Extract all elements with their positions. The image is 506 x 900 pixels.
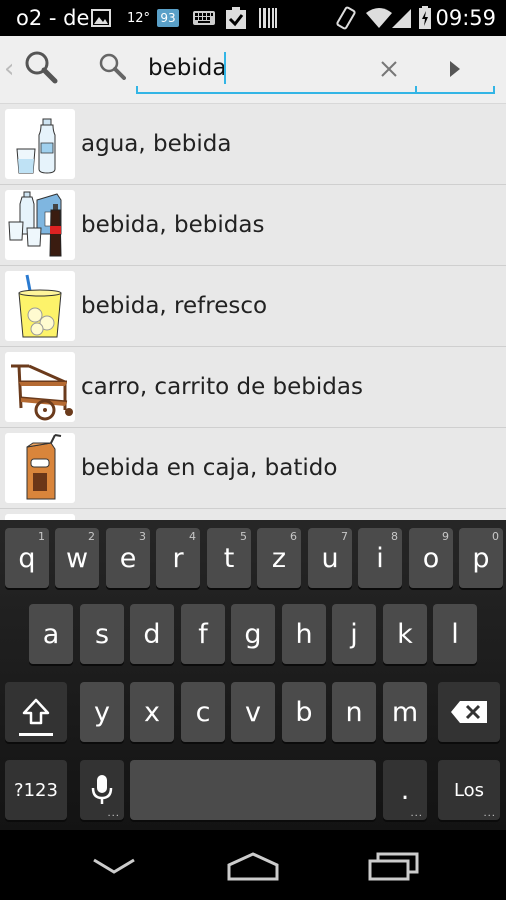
play-arrow-icon bbox=[450, 61, 460, 77]
key-h[interactable]: h bbox=[282, 604, 326, 664]
back-icon bbox=[93, 858, 135, 874]
close-icon bbox=[381, 61, 397, 77]
submit-search-button[interactable] bbox=[440, 52, 470, 86]
shift-indicator bbox=[19, 733, 53, 736]
key-q[interactable]: q1 bbox=[5, 528, 49, 588]
result-label: agua, bebida bbox=[81, 131, 232, 157]
pictogram-water bbox=[5, 109, 75, 179]
list-item[interactable]: bebida en caja, batido bbox=[0, 428, 506, 509]
key-j[interactable]: j bbox=[332, 604, 376, 664]
key-n[interactable]: n bbox=[332, 682, 376, 742]
key-e[interactable]: e3 bbox=[106, 528, 150, 588]
app-search-icon[interactable] bbox=[24, 50, 58, 88]
keyboard-icon bbox=[192, 0, 216, 36]
clear-search-button[interactable] bbox=[372, 52, 406, 86]
backspace-icon bbox=[451, 701, 487, 723]
weather-badge: 93 bbox=[157, 0, 179, 36]
soft-keyboard: q1 w2 e3 r4 t5 z6 u7 i8 o9 p0 a s d f g … bbox=[0, 520, 506, 830]
go-key[interactable]: Los... bbox=[438, 760, 500, 820]
backspace-key[interactable] bbox=[438, 682, 500, 742]
underline-edge bbox=[136, 86, 138, 94]
status-bar: o2 - de 12° 93 09:59 bbox=[0, 0, 506, 36]
underline-divider bbox=[415, 86, 417, 94]
key-w[interactable]: w2 bbox=[55, 528, 99, 588]
result-label: bebida, refresco bbox=[81, 293, 268, 319]
recents-icon bbox=[368, 852, 419, 881]
carrier-name: o2 - de bbox=[16, 6, 90, 30]
key-p[interactable]: p0 bbox=[459, 528, 503, 588]
key-u[interactable]: u7 bbox=[308, 528, 352, 588]
shift-icon bbox=[22, 698, 50, 725]
list-item[interactable]: agua, bebida bbox=[0, 104, 506, 185]
symbols-key[interactable]: ?123 bbox=[5, 760, 67, 820]
result-label: carro, carrito de bebidas bbox=[81, 374, 363, 400]
result-label: bebida en caja, batido bbox=[81, 455, 338, 481]
search-input[interactable] bbox=[148, 50, 364, 86]
back-button[interactable] bbox=[74, 844, 154, 888]
pictogram-lemonade bbox=[5, 271, 75, 341]
key-x[interactable]: x bbox=[130, 682, 174, 742]
key-z[interactable]: z6 bbox=[257, 528, 301, 588]
key-k[interactable]: k bbox=[383, 604, 427, 664]
list-item[interactable]: carro, carrito de bebidas bbox=[0, 347, 506, 428]
key-b[interactable]: b bbox=[282, 682, 326, 742]
key-t[interactable]: t5 bbox=[207, 528, 251, 588]
search-action-bar: ‹ bbox=[0, 36, 506, 104]
shift-key[interactable] bbox=[5, 682, 67, 742]
recents-button[interactable] bbox=[354, 844, 434, 888]
home-button[interactable] bbox=[213, 844, 293, 888]
text-cursor bbox=[224, 52, 226, 84]
key-r[interactable]: r4 bbox=[156, 528, 200, 588]
microphone-icon bbox=[91, 775, 113, 804]
key-a[interactable]: a bbox=[29, 604, 73, 664]
checkbox-icon bbox=[225, 0, 247, 36]
temperature: 12° bbox=[127, 10, 151, 26]
list-item[interactable]: bebida, bebidas bbox=[0, 185, 506, 266]
key-s[interactable]: s bbox=[80, 604, 124, 664]
pictogram-trolley bbox=[5, 352, 75, 422]
search-icon bbox=[98, 52, 126, 84]
pictogram-carton bbox=[5, 433, 75, 503]
clock: 09:59 bbox=[435, 6, 496, 30]
list-item[interactable] bbox=[0, 509, 506, 520]
navigation-bar bbox=[0, 830, 506, 900]
key-g[interactable]: g bbox=[231, 604, 275, 664]
list-item[interactable]: bebida, refresco bbox=[0, 266, 506, 347]
key-i[interactable]: i8 bbox=[358, 528, 402, 588]
image-icon bbox=[91, 0, 111, 36]
voice-input-key[interactable]: ... bbox=[80, 760, 124, 820]
up-navigation-icon[interactable]: ‹ bbox=[4, 54, 14, 84]
space-key[interactable] bbox=[130, 760, 376, 820]
key-m[interactable]: m bbox=[383, 682, 427, 742]
key-v[interactable]: v bbox=[231, 682, 275, 742]
period-key[interactable]: .... bbox=[383, 760, 427, 820]
result-label: bebida, bebidas bbox=[81, 212, 265, 238]
pictogram-drinks bbox=[5, 190, 75, 260]
key-c[interactable]: c bbox=[181, 682, 225, 742]
underline-edge bbox=[493, 86, 495, 94]
key-o[interactable]: o9 bbox=[409, 528, 453, 588]
battery-charging-icon bbox=[418, 0, 432, 36]
wifi-icon bbox=[365, 0, 393, 36]
key-l[interactable]: l bbox=[433, 604, 477, 664]
key-d[interactable]: d bbox=[130, 604, 174, 664]
key-y[interactable]: y bbox=[80, 682, 124, 742]
search-input-underline bbox=[136, 92, 495, 94]
home-icon bbox=[227, 852, 279, 881]
signal-icon bbox=[390, 0, 412, 36]
vibrate-icon bbox=[333, 0, 357, 36]
results-list: agua, bebida bebida, bebidas bebida, ref… bbox=[0, 104, 506, 520]
key-f[interactable]: f bbox=[181, 604, 225, 664]
barcode-icon bbox=[258, 0, 278, 36]
